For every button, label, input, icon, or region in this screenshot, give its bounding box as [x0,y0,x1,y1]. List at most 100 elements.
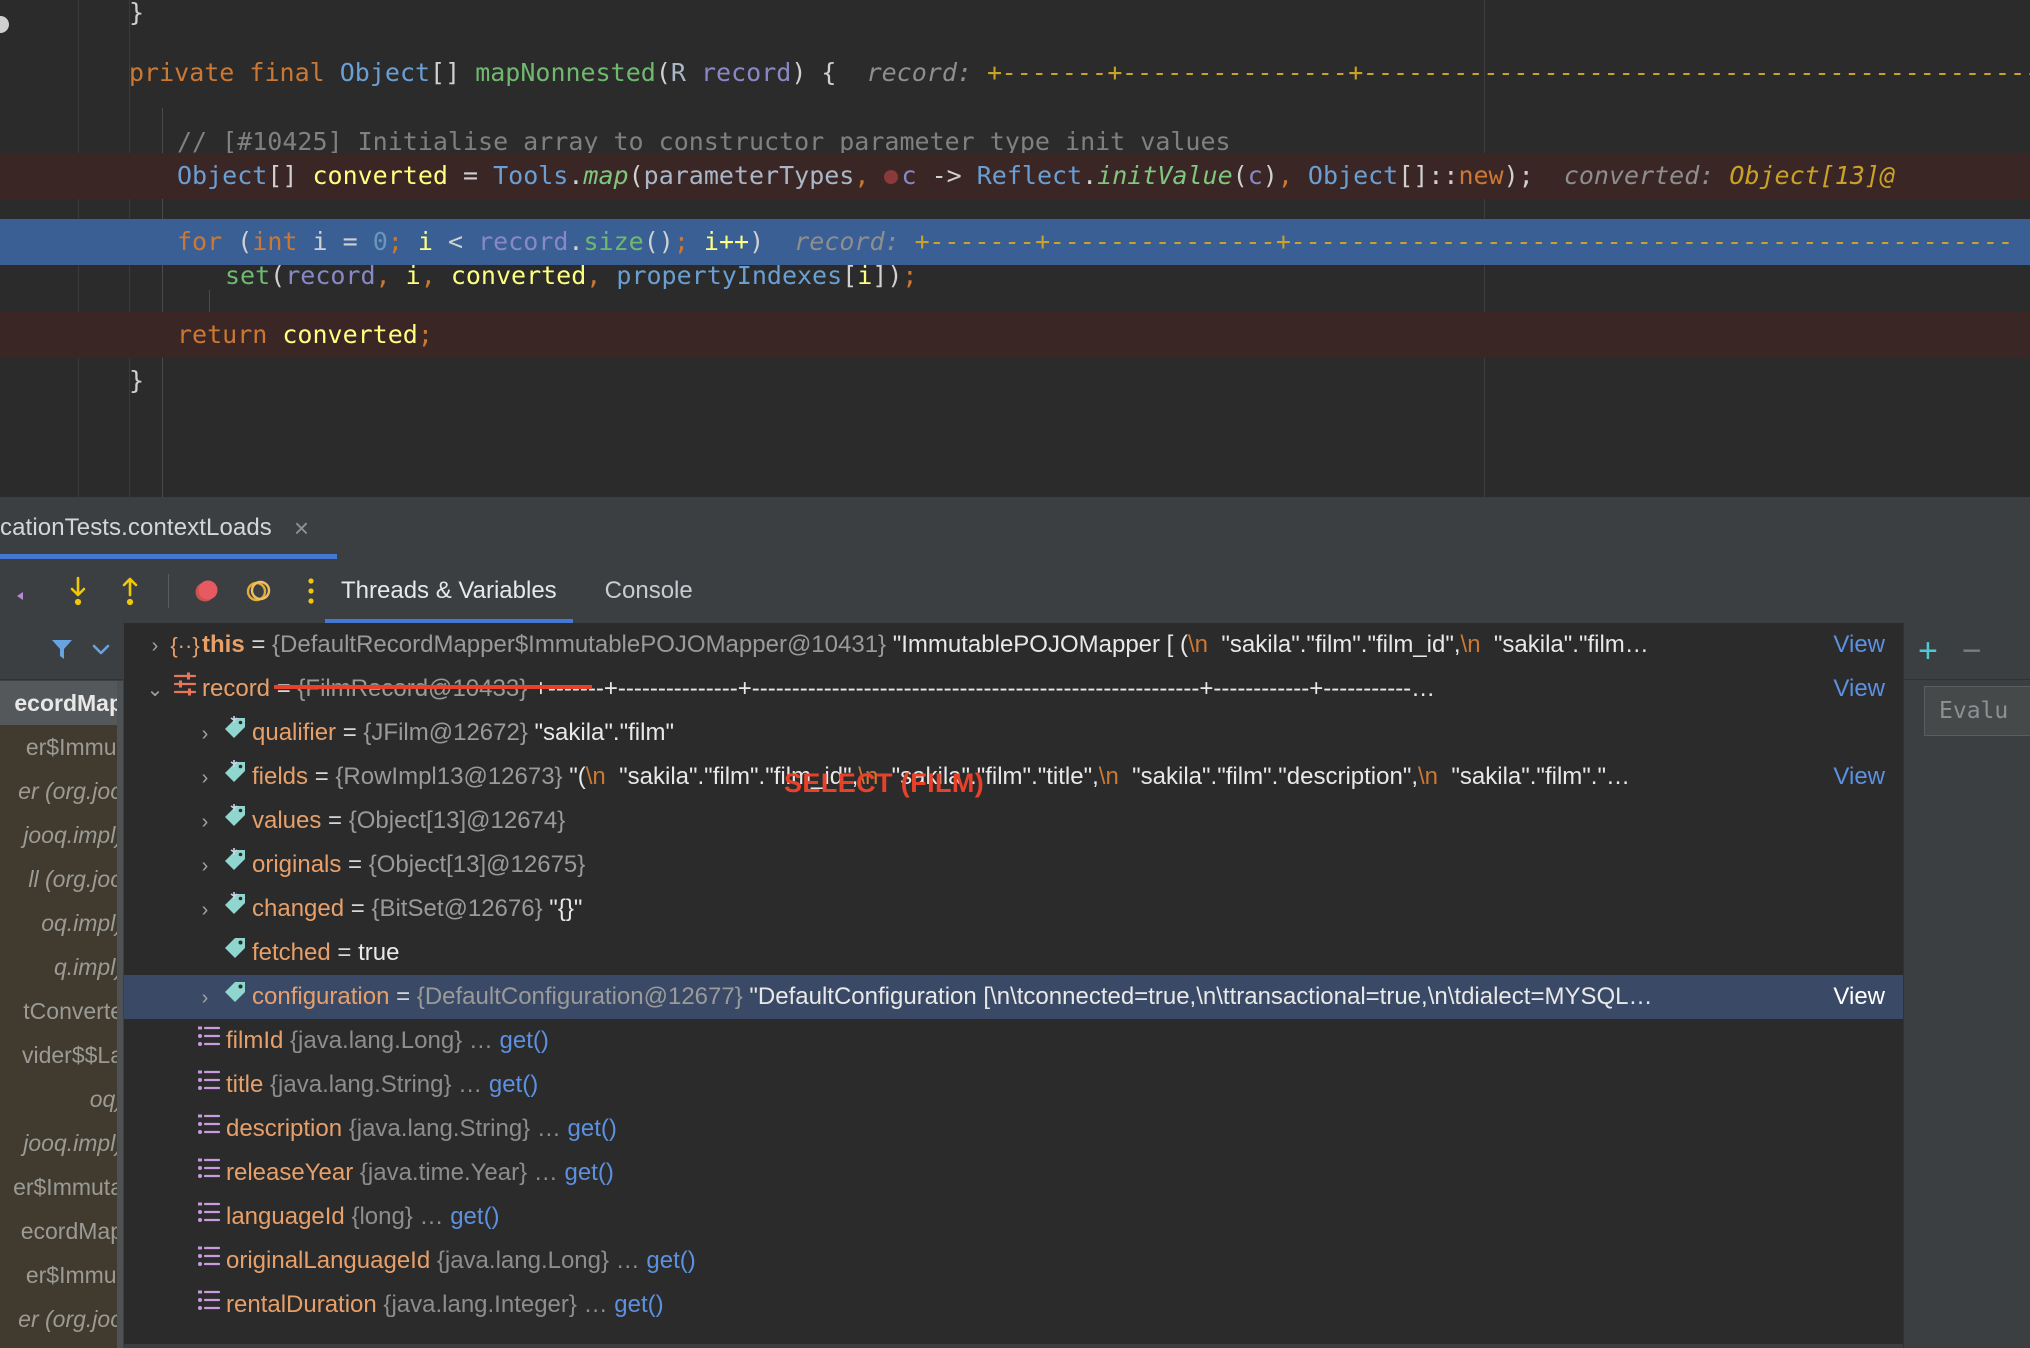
code-token: i++ [703,227,750,256]
getter-invoke-link[interactable]: get() [564,1159,613,1186]
tree-expand-toggle[interactable]: › [192,888,218,932]
frame-row[interactable]: oq.impl) [0,901,123,945]
step-out-icon[interactable] [104,559,156,623]
getter-invoke-link[interactable]: get() [614,1291,663,1318]
add-watch-icon[interactable]: + [1918,634,1938,668]
tree-expand-toggle[interactable]: › [192,800,218,844]
code-token: ( [237,227,253,256]
tree-expand-toggle[interactable]: › [192,756,218,800]
frame-row[interactable]: vider$$La [0,1033,123,1077]
frame-row[interactable]: er (org.joo [0,1297,123,1341]
frame-row[interactable]: er$Immut [0,1253,123,1297]
variable-equals: = [336,719,364,746]
variable-row[interactable]: ⌄record = {FilmRecord@10433} +-------+--… [124,667,1903,711]
inline-hint-value[interactable]: +-------+---------------+---------------… [915,227,2014,256]
filter-icon[interactable] [49,636,75,667]
frame-row[interactable]: er (org.joo [0,769,123,813]
getter-list-icon [192,1196,226,1240]
tree-expand-toggle[interactable]: › [192,976,218,1020]
variable-type: {BitSet@12676} [371,895,543,922]
getter-invoke-link[interactable]: get() [500,1027,549,1054]
call-stack-frames-list[interactable]: ecordMap er$Immut er (org.joo jooq.impl) ll … [0,681,123,1348]
getter-invoke-link[interactable]: get() [568,1115,617,1142]
mute-breakpoints-icon[interactable] [181,559,233,623]
getter-list-icon [192,1284,226,1328]
code-token: } [129,366,145,395]
chevron-down-icon[interactable] [89,637,113,666]
lambda-breakpoint-icon[interactable] [884,170,899,184]
variable-row[interactable]: › configuration = {DefaultConfiguration@1… [124,975,1903,1019]
frames-scrollbar[interactable] [117,681,123,1348]
code-editor[interactable]: } private final Object[] mapNonnested(R r… [0,0,2030,497]
getter-ellipsis: … [527,1159,565,1186]
tab-threads-variables[interactable]: Threads & Variables [317,559,581,623]
view-value-link[interactable]: View [1833,755,1885,799]
getter-row[interactable]: originalLanguageId {java.lang.Long} … ge… [124,1239,1903,1283]
code-token: c [1247,161,1263,190]
view-value-link[interactable]: View [1833,623,1885,667]
step-over-icon[interactable] [0,559,52,623]
run-tab[interactable]: cationTests.contextLoads × [0,497,331,559]
tree-expand-toggle[interactable]: › [142,624,168,668]
getter-invoke-link[interactable]: get() [646,1247,695,1274]
remove-watch-icon[interactable]: − [1962,634,1982,668]
tree-expand-toggle[interactable]: › [192,712,218,756]
object-node-icon: {··} [170,632,200,658]
code-token: propertyIndexes [616,261,843,290]
getter-row[interactable]: title {java.lang.String} … get() [124,1063,1903,1107]
variables-tree[interactable]: › {··}this = {DefaultRecordMapper$Immutab… [124,623,1903,1348]
getter-row[interactable]: filmId {java.lang.Long} … get() [124,1019,1903,1063]
tree-expand-toggle[interactable] [192,932,218,976]
getter-invoke-link[interactable]: get() [450,1203,499,1230]
variable-value-part: \n [1418,763,1439,790]
frame-row[interactable]: ecordMap [0,681,123,725]
frame-label: oq.impl) [41,910,123,936]
inline-hint-label[interactable]: record: [867,58,987,87]
variable-value-part: "ImmutablePOJOMapper [ ( [886,631,1189,658]
inline-hint-label[interactable]: record: [794,227,914,256]
code-line-text: } [129,358,144,404]
getter-row[interactable]: releaseYear {java.time.Year} … get() [124,1151,1903,1195]
code-token: parameterTypes [643,161,855,190]
variable-row[interactable]: › values = {Object[13]@12674} [124,799,1903,843]
frame-row[interactable]: jooq.impl) [0,1121,123,1165]
frame-row[interactable]: tConverte [0,989,123,1033]
step-into-icon[interactable] [52,559,104,623]
variable-name: this [202,631,245,658]
evaluate-expression-input[interactable]: Evalu [1924,686,2030,736]
frame-row[interactable]: jooq.impl) [0,813,123,857]
variable-row[interactable]: › originals = {Object[13]@12675} [124,843,1903,887]
code-line: return converted; [0,312,2030,358]
tab-console[interactable]: Console [581,559,717,623]
getter-list-icon [192,1240,226,1284]
inline-hint-label[interactable]: converted: [1564,161,1730,190]
view-breakpoints-icon[interactable] [233,559,285,623]
variable-row[interactable]: fetched = true [124,931,1903,975]
frame-row[interactable]: ll (org.joo [0,857,123,901]
tree-expand-toggle-open[interactable]: ⌄ [142,668,168,712]
getter-row[interactable]: rentalDuration {java.lang.Integer} … get… [124,1283,1903,1327]
inline-hint-value[interactable]: +-------+---------------+---------------… [987,58,2030,87]
variable-row[interactable]: › fields = {RowImpl13@12673} "(\n "sakila… [124,755,1903,799]
variable-row[interactable]: › {··}this = {DefaultRecordMapper$Immutab… [124,623,1903,667]
getter-type: {java.lang.String} [348,1115,531,1142]
getter-row[interactable]: description {java.lang.String} … get() [124,1107,1903,1151]
variable-row[interactable]: › qualifier = {JFilm@12672} "sakila"."fil… [124,711,1903,755]
tree-expand-toggle[interactable]: › [192,844,218,888]
frame-row[interactable]: er$Immuta [0,1165,123,1209]
frame-row[interactable]: q.impl) [0,945,123,989]
variable-row[interactable]: › changed = {BitSet@12676} "{}" [124,887,1903,931]
code-token: i [312,227,328,256]
inline-hint-value[interactable]: Object[13]@ [1729,161,1895,190]
frame-row[interactable]: ecordMap [0,1209,123,1253]
view-value-link[interactable]: View [1833,667,1885,711]
getter-row[interactable]: languageId {long} … get() [124,1195,1903,1239]
getter-invoke-link[interactable]: get() [489,1071,538,1098]
frame-row[interactable]: er$Immut [0,725,123,769]
debug-tool-window: cationTests.contextLoads × Threads & Var… [0,497,2030,1348]
frame-row[interactable]: oq) [0,1077,123,1121]
close-icon[interactable]: × [294,515,309,541]
code-token: record [701,58,792,87]
code-token: ) { [791,58,837,87]
view-value-link[interactable]: View [1833,975,1885,1019]
